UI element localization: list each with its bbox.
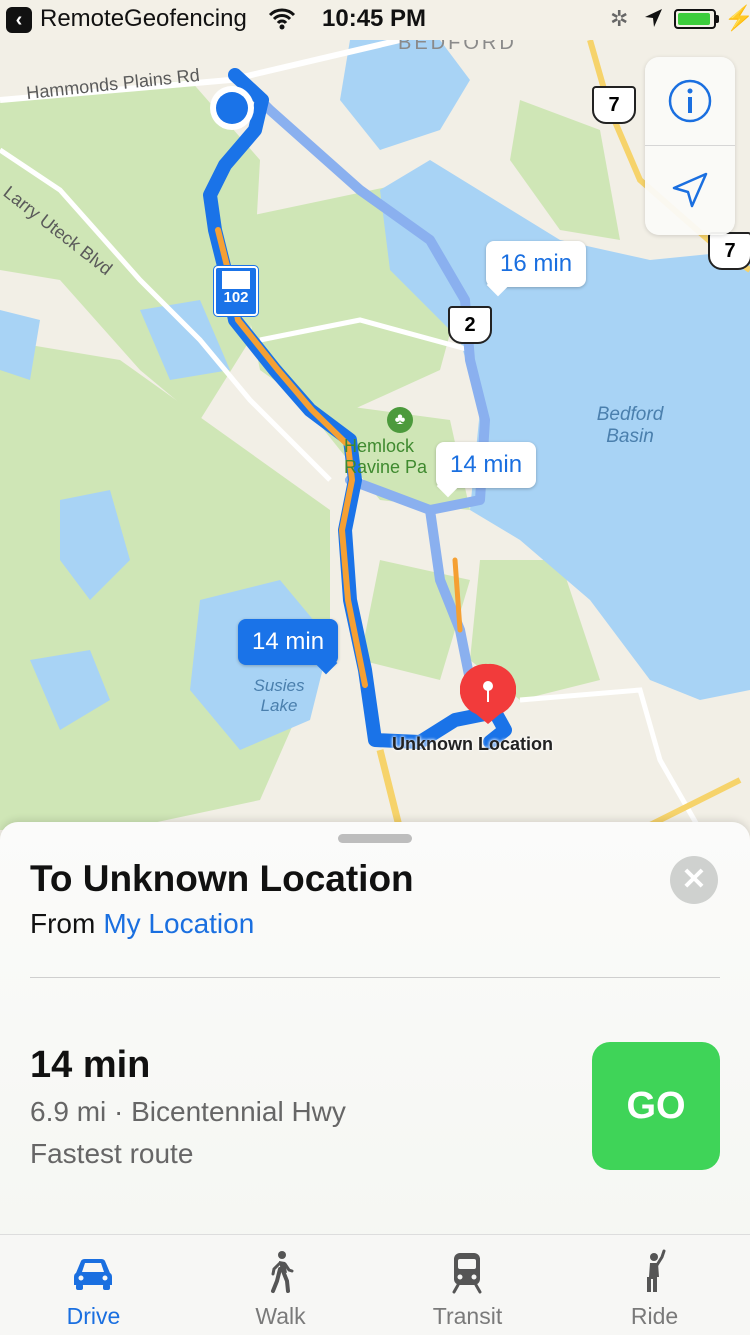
- go-label: GO: [626, 1084, 686, 1127]
- charging-bolt-icon: ⚡: [724, 5, 750, 32]
- map-view[interactable]: BEDFORD Hammonds Plains Rd Larry Uteck B…: [0, 40, 750, 830]
- location-arrow-icon: [672, 172, 708, 208]
- sheet-grabber[interactable]: [338, 834, 412, 843]
- park-icon: ♣: [387, 407, 413, 433]
- sheet-divider: [30, 977, 720, 978]
- highway-7-right-shield: 7: [708, 232, 750, 270]
- from-prefix: From: [30, 908, 96, 939]
- highway-2-shield: 2: [448, 306, 492, 344]
- train-icon: [452, 1253, 482, 1294]
- route-callout-14-min-selected[interactable]: 14 min: [238, 619, 339, 675]
- route-callout-14-min-alt[interactable]: 14 min: [436, 442, 537, 498]
- tab-transit[interactable]: Transit: [374, 1235, 561, 1335]
- activity-spinner-icon: ✲: [610, 6, 629, 31]
- map-info-button[interactable]: [645, 57, 735, 145]
- tab-walk-label: Walk: [255, 1303, 306, 1329]
- status-bar: ‹ RemoteGeofencing 10:45 PM ✲ ⚡: [0, 0, 750, 40]
- route-callout-16-min[interactable]: 16 min: [486, 241, 587, 297]
- location-services-icon: [645, 9, 662, 27]
- back-app-label[interactable]: RemoteGeofencing: [40, 5, 247, 33]
- map-label-bedford-top: BEDFORD: [398, 40, 517, 54]
- clock: 10:45 PM: [322, 5, 427, 32]
- ride-icon: [647, 1249, 666, 1292]
- destination-pin-icon[interactable]: [460, 662, 516, 726]
- highway-102-shield: 102: [214, 266, 258, 316]
- map-label-susies-lake: Susies Lake: [253, 676, 305, 715]
- map-label-bedford-basin: Bedford Basin: [596, 404, 664, 447]
- highway-7-shield: 7: [592, 86, 636, 124]
- tab-ride-label: Ride: [630, 1303, 679, 1329]
- back-to-app-button[interactable]: ‹: [6, 7, 32, 33]
- map-controls: [645, 57, 735, 235]
- close-button[interactable]: ✕: [670, 856, 718, 904]
- walk-icon: [271, 1251, 294, 1293]
- tab-transit-label: Transit: [432, 1303, 503, 1329]
- car-icon: [74, 1259, 112, 1290]
- route-note: Fastest route: [30, 1138, 194, 1169]
- wifi-icon: [268, 8, 296, 30]
- battery-level: [678, 13, 710, 25]
- tab-drive-label: Drive: [66, 1303, 121, 1329]
- info-icon: [668, 79, 712, 123]
- tab-ride[interactable]: Ride: [561, 1235, 748, 1335]
- from-location-link[interactable]: My Location: [103, 908, 254, 939]
- route-time[interactable]: 14 min: [30, 1044, 150, 1087]
- battery-icon: [674, 9, 716, 29]
- battery-tip: [716, 15, 719, 23]
- destination-label: Unknown Location: [392, 734, 553, 754]
- tab-drive[interactable]: Drive: [0, 1235, 187, 1335]
- transport-tab-bar: Drive Walk Transit Ride: [0, 1234, 750, 1335]
- from-row: From My Location: [30, 908, 254, 940]
- route-detail: 6.9 mi · Bicentennial Hwy: [30, 1096, 346, 1127]
- map-label-hemlock-ravine: Hemlock Ravine Pa: [344, 436, 428, 477]
- directions-title: To Unknown Location: [30, 858, 414, 899]
- go-button[interactable]: GO: [592, 1042, 720, 1170]
- track-location-button[interactable]: [645, 146, 735, 234]
- tab-walk[interactable]: Walk: [187, 1235, 374, 1335]
